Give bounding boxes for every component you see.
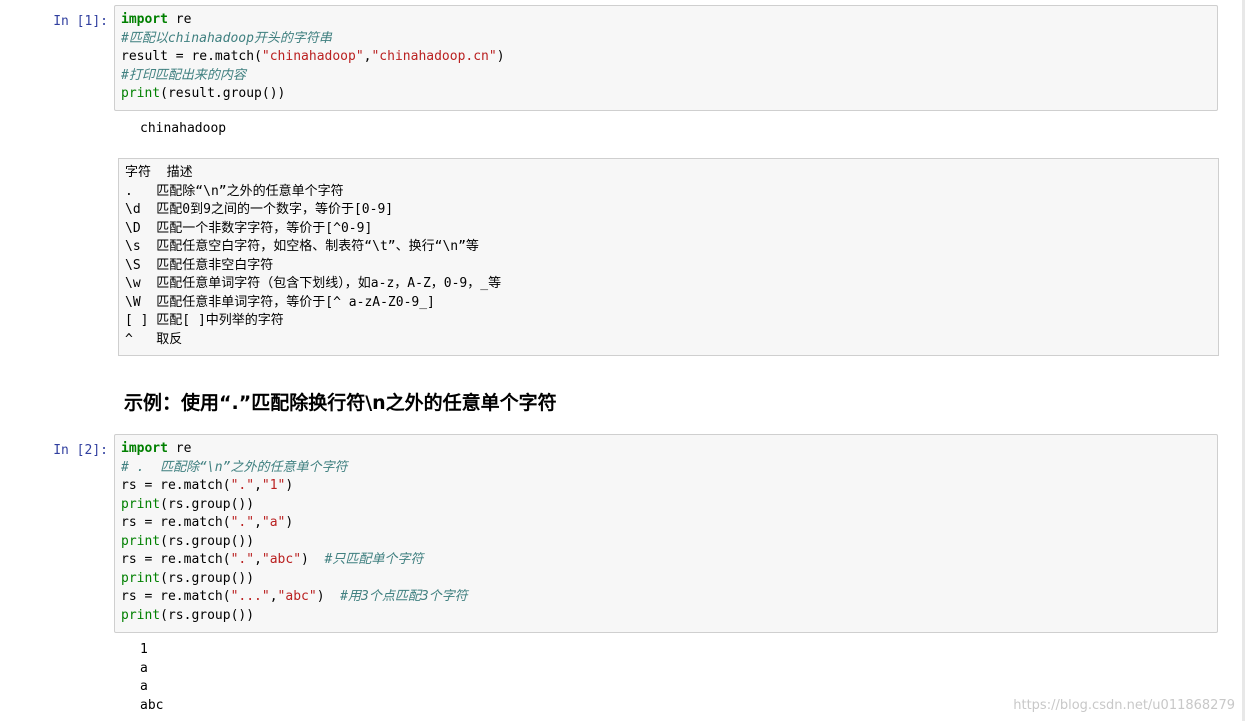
code-token: "..." [230, 589, 270, 604]
code-line: result = re.match("chinahadoop","chinaha… [121, 48, 1211, 67]
code-token: print [121, 86, 161, 101]
code-token: ) [301, 552, 325, 567]
code-token: rs [121, 589, 145, 604]
table-row: ^ 取反 [125, 331, 183, 347]
code-token: ) [316, 589, 341, 604]
table-row: \s 匹配任意空白字符，如空格、制表符“\t”、换行“\n”等 [125, 239, 479, 254]
code-line: rs = re.match("...","abc") #用3个点匹配3个字符 [121, 588, 1211, 607]
code-token: re [167, 441, 192, 456]
code-token: "a" [261, 515, 286, 530]
code-token: #打印匹配出来的内容 [121, 67, 246, 83]
code-token: = [175, 49, 192, 64]
code-token: print [121, 570, 161, 586]
code-token: rs [121, 515, 145, 530]
table-row: \d 匹配0到9之间的一个数字，等价于[0-9] [125, 202, 394, 217]
code-token: print [121, 607, 161, 623]
code-token: , [254, 478, 262, 493]
code-token: "abc" [261, 552, 302, 567]
code-token: rs [121, 478, 145, 493]
table-row: . 匹配除“\n”之外的任意单个字符 [125, 183, 344, 199]
code-token: (rs.group()) [160, 607, 255, 623]
code-token: re.match( [191, 49, 262, 64]
section-heading: 示例：使用“.”匹配除换行符\n之外的任意单个字符 [124, 392, 557, 414]
code-line: print(rs.group()) [121, 533, 1211, 552]
code-token: "." [230, 515, 255, 530]
code-token: import [121, 441, 168, 456]
code-cell-1[interactable]: import re #匹配以chinahadoop开头的字符串 result = r… [114, 5, 1218, 111]
code-token: "chinahadoop" [261, 49, 364, 64]
code-token: "abc" [277, 589, 317, 604]
code-line: print(rs.group()) [121, 570, 1211, 589]
code-token: import [121, 12, 168, 27]
code-token: , [254, 552, 262, 567]
table-row: \S 匹配任意非空白字符 [125, 257, 274, 273]
cell1-prompt: In [1]: [53, 14, 108, 29]
code-token: = re.match( [144, 515, 231, 530]
watermark: https://blog.csdn.net/u011868279 [1013, 698, 1235, 713]
output-line: a [140, 660, 148, 676]
code-token: (result.group()) [160, 86, 286, 101]
code-token: #只匹配单个字符 [324, 552, 424, 567]
code-token: (rs.group()) [160, 496, 255, 512]
code-token: re [167, 12, 192, 27]
code-token: , [254, 515, 262, 530]
code-line: import re [121, 440, 1211, 459]
code-cell-2[interactable]: import re # . 匹配除“\n”之外的任意单个字符 rs = re.mat… [114, 434, 1218, 633]
code-token: #用3个点匹配3个字符 [340, 589, 468, 604]
code-token: (rs.group()) [160, 570, 255, 586]
code-token: # . 匹配除“\n”之外的任意单个字符 [121, 459, 348, 475]
code-line: print(rs.group()) [121, 496, 1211, 515]
code-token: ) [496, 49, 505, 64]
code-token: result [121, 49, 176, 64]
output-line: chinahadoop [140, 121, 227, 136]
code-token: = re.match( [144, 589, 231, 604]
output-line: a [140, 679, 148, 694]
code-token: = re.match( [144, 552, 231, 567]
cell2-prompt: In [2]: [53, 443, 108, 458]
code-line: rs = re.match(".","abc") #只匹配单个字符 [121, 551, 1211, 570]
output-line: abc [140, 697, 164, 713]
code-token: (rs.group()) [160, 533, 255, 549]
code-token: "." [230, 478, 255, 493]
output-line: 1 [140, 642, 148, 657]
code-line: # . 匹配除“\n”之外的任意单个字符 [121, 459, 1211, 478]
output-cell-2: 1 a a abc [140, 641, 163, 715]
table-row: \W 匹配任意非单词字符，等价于[^ a-zA-Z0-9_] [125, 294, 435, 310]
regex-table-block: 字符 描述 . 匹配除“\n”之外的任意单个字符 \d 匹配0到9之间的一个数字，等… [118, 158, 1219, 356]
code-token: ) [285, 515, 294, 530]
table-row: \D 匹配一个非数字字符，等价于[^0-9] [125, 220, 373, 236]
code-line: import re [121, 11, 1211, 30]
code-token: = re.match( [144, 478, 231, 493]
code-line: rs = re.match(".","1") [121, 477, 1211, 496]
code-token: print [121, 533, 161, 549]
code-token: "chinahadoop.cn" [371, 49, 497, 64]
code-line: #匹配以chinahadoop开头的字符串 [121, 30, 1211, 49]
code-token: "1" [261, 478, 286, 493]
code-token: "." [230, 552, 255, 567]
code-line: print(rs.group()) [121, 607, 1211, 626]
code-token: ) [285, 478, 294, 493]
code-line: rs = re.match(".","a") [121, 514, 1211, 533]
code-token: , [269, 589, 278, 604]
code-token: #匹配以chinahadoop开头的字符串 [121, 30, 332, 46]
code-token: print [121, 496, 161, 512]
code-line: #打印匹配出来的内容 [121, 67, 1211, 86]
table-row: 字符 描述 [125, 165, 193, 180]
code-line: print(result.group()) [121, 85, 1211, 104]
output-cell-1: chinahadoop [140, 120, 226, 139]
table-row: \w 匹配任意单词字符（包含下划线），如a-z，A-Z，0-9，_等 [125, 276, 502, 291]
code-token: rs [121, 552, 145, 567]
table-row: [ ] 匹配[ ]中列举的字符 [125, 313, 284, 328]
